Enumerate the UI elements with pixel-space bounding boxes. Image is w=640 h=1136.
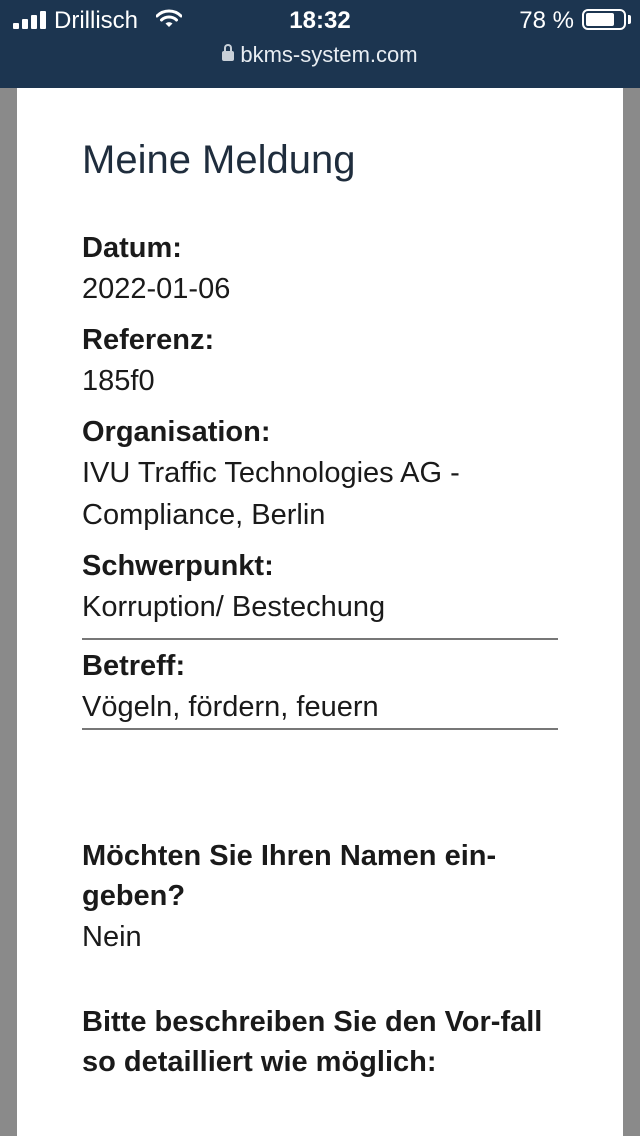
- field-subject: Betreff: Vögeln, fördern, feuern: [82, 638, 558, 730]
- field-value: IVU Traffic Technologies AG - Compliance…: [82, 457, 460, 531]
- field-label: Betreff:: [82, 650, 186, 682]
- field-organisation: Organisation: IVU Traffic Technologies A…: [82, 412, 558, 536]
- status-bar: Drillisch 18:32 78 % bkms-system.com: [0, 0, 640, 88]
- dialog-title: Meine Meldung: [82, 138, 356, 182]
- field-focus: Schwerpunkt: Korruption/ Bestechung: [82, 546, 558, 628]
- url-text: bkms-system.com: [240, 42, 418, 67]
- question-label: Möchten Sie Ihren Namen ein-geben?: [82, 840, 497, 912]
- question-label: Bitte beschreiben Sie den Vor-fall so de…: [82, 1006, 543, 1078]
- field-value: 185f0: [82, 365, 155, 397]
- battery-icon: [582, 9, 626, 30]
- field-value: 2022-01-06: [82, 273, 231, 305]
- battery-tip: [628, 15, 631, 24]
- field-date: Datum: 2022-01-06: [82, 228, 558, 310]
- background-overlay-right: [623, 88, 640, 1136]
- field-value: Vögeln, fördern, feuern: [82, 691, 379, 723]
- field-label: Referenz:: [82, 324, 215, 356]
- question-description: Bitte beschreiben Sie den Vor-fall so de…: [82, 1002, 558, 1082]
- field-label: Organisation:: [82, 416, 271, 448]
- field-value: Korruption/ Bestechung: [82, 591, 386, 623]
- address-bar[interactable]: bkms-system.com: [0, 42, 640, 68]
- question-answer: Nein: [82, 921, 142, 953]
- field-reference: Referenz: 185f0: [82, 320, 558, 402]
- field-label: Datum:: [82, 232, 182, 264]
- lock-icon: [222, 44, 235, 61]
- question-name: Möchten Sie Ihren Namen ein-geben? Nein: [82, 836, 558, 958]
- field-label: Schwerpunkt:: [82, 550, 274, 582]
- background-overlay-left: [0, 88, 17, 1136]
- battery-percentage: 78 %: [519, 7, 574, 34]
- report-dialog: Meine Meldung Datum: 2022-01-06 Referenz…: [17, 88, 623, 1136]
